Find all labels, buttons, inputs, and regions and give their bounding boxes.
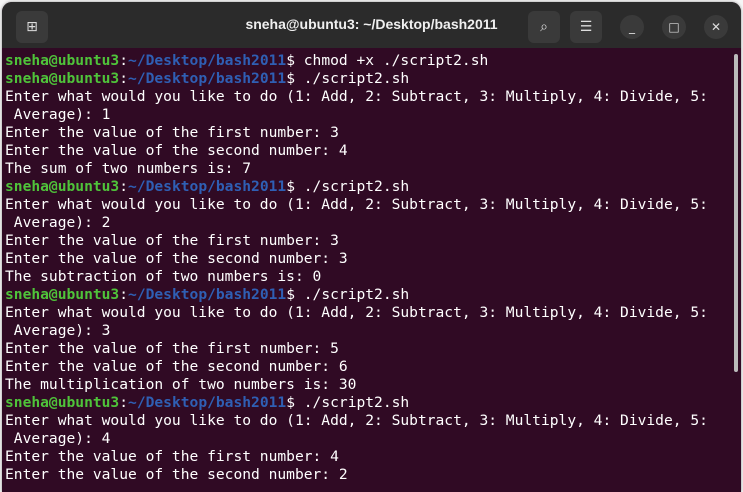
output-line: Average): 2 bbox=[5, 214, 731, 232]
close-icon: ✕ bbox=[710, 20, 722, 34]
output-text: Average): 1 bbox=[5, 106, 111, 123]
output-text: Average): 4 bbox=[5, 430, 111, 447]
terminal-window: ⊞ sneha@ubuntu3: ~/Desktop/bash2011 ⌕ ☰ … bbox=[2, 2, 741, 492]
prompt-line: sneha@ubuntu3:~/Desktop/bash2011$ ./scri… bbox=[5, 178, 410, 195]
prompt-line: sneha@ubuntu3:~/Desktop/bash2011$ chmod … bbox=[5, 52, 489, 69]
prompt-line: sneha@ubuntu3:~/Desktop/bash2011$ ./scri… bbox=[5, 394, 410, 411]
output-text: Enter the value of the second number: 6 bbox=[5, 358, 348, 375]
prompt-line: sneha@ubuntu3:~/Desktop/bash2011$ ./scri… bbox=[5, 70, 410, 87]
output-line: The multiplication of two numbers is: 30 bbox=[5, 376, 731, 394]
output-text: Enter the value of the first number: 4 bbox=[5, 448, 339, 465]
output-line: Enter the value of the first number: 3 bbox=[5, 232, 731, 250]
output-line: Enter the value of the second number: 4 bbox=[5, 142, 731, 160]
output-text: Enter the value of the first number: 3 bbox=[5, 124, 339, 141]
output-text: Enter what would you like to do (1: Add,… bbox=[5, 304, 708, 321]
output-text: Enter what would you like to do (1: Add,… bbox=[5, 412, 708, 429]
prompt-user: sneha@ubuntu3 bbox=[5, 52, 120, 69]
output-line: Enter what would you like to do (1: Add,… bbox=[5, 304, 731, 322]
command-text: ./script2.sh bbox=[303, 286, 410, 303]
command-text: ./script2.sh bbox=[303, 70, 410, 87]
close-button[interactable]: ✕ bbox=[704, 15, 728, 39]
hamburger-icon: ☰ bbox=[579, 19, 593, 35]
maximize-button[interactable]: □ bbox=[662, 15, 686, 39]
command-text: ./script2.sh bbox=[303, 394, 410, 411]
output-text: Enter the value of the second number: 3 bbox=[5, 250, 348, 267]
minimize-icon: _ bbox=[629, 20, 635, 34]
output-text: Enter the value of the second number: 2 bbox=[5, 466, 348, 483]
command-text: chmod +x ./script2.sh bbox=[303, 52, 489, 69]
output-text: Enter the value of the first number: 5 bbox=[5, 340, 339, 357]
output-text: Average): 2 bbox=[5, 214, 111, 231]
output-text: The subtraction of two numbers is: 0 bbox=[5, 268, 322, 285]
output-line: Average): 3 bbox=[5, 322, 731, 340]
output-line: Enter the value of the second number: 3 bbox=[5, 250, 731, 268]
output-line: Enter the value of the first number: 5 bbox=[5, 340, 731, 358]
search-icon: ⌕ bbox=[540, 19, 548, 35]
prompt-path: ~/Desktop/bash2011 bbox=[128, 70, 287, 87]
search-button[interactable]: ⌕ bbox=[528, 11, 560, 43]
output-line: Average): 1 bbox=[5, 106, 731, 124]
prompt-path: ~/Desktop/bash2011 bbox=[128, 178, 287, 195]
menu-button[interactable]: ☰ bbox=[570, 11, 602, 43]
output-line: Enter the value of the first number: 4 bbox=[5, 448, 731, 466]
scrollbar[interactable] bbox=[734, 54, 738, 372]
title-bar: ⊞ sneha@ubuntu3: ~/Desktop/bash2011 ⌕ ☰ … bbox=[2, 2, 741, 48]
prompt-user: sneha@ubuntu3 bbox=[5, 286, 120, 303]
command-text: ./script2.sh bbox=[303, 178, 410, 195]
output-line: Enter the value of the second number: 2 bbox=[5, 466, 731, 484]
output-text: Enter what would you like to do (1: Add,… bbox=[5, 196, 708, 213]
prompt-user: sneha@ubuntu3 bbox=[5, 394, 120, 411]
output-line: The sum of two numbers is: 7 bbox=[5, 160, 731, 178]
minimize-button[interactable]: _ bbox=[620, 15, 644, 39]
output-text: Enter what would you like to do (1: Add,… bbox=[5, 88, 708, 105]
output-text: The sum of two numbers is: 7 bbox=[5, 160, 252, 177]
output-line: Enter what would you like to do (1: Add,… bbox=[5, 88, 731, 106]
output-line: Enter what would you like to do (1: Add,… bbox=[5, 196, 731, 214]
terminal-output[interactable]: sneha@ubuntu3:~/Desktop/bash2011$ chmod … bbox=[5, 52, 731, 484]
output-line: Enter the value of the second number: 6 bbox=[5, 358, 731, 376]
prompt-path: ~/Desktop/bash2011 bbox=[128, 394, 287, 411]
output-line: Enter what would you like to do (1: Add,… bbox=[5, 412, 731, 430]
prompt-line: sneha@ubuntu3:~/Desktop/bash2011$ ./scri… bbox=[5, 286, 410, 303]
output-text: The multiplication of two numbers is: 30 bbox=[5, 376, 357, 393]
prompt-user: sneha@ubuntu3 bbox=[5, 178, 120, 195]
output-line: The subtraction of two numbers is: 0 bbox=[5, 268, 731, 286]
output-text: Enter the value of the second number: 4 bbox=[5, 142, 348, 159]
output-line: Enter the value of the first number: 3 bbox=[5, 124, 731, 142]
output-text: Average): 3 bbox=[5, 322, 111, 339]
maximize-icon: □ bbox=[668, 20, 680, 34]
prompt-user: sneha@ubuntu3 bbox=[5, 70, 120, 87]
prompt-path: ~/Desktop/bash2011 bbox=[128, 52, 287, 69]
output-text: Enter the value of the first number: 3 bbox=[5, 232, 339, 249]
output-line: Average): 4 bbox=[5, 430, 731, 448]
prompt-path: ~/Desktop/bash2011 bbox=[128, 286, 287, 303]
